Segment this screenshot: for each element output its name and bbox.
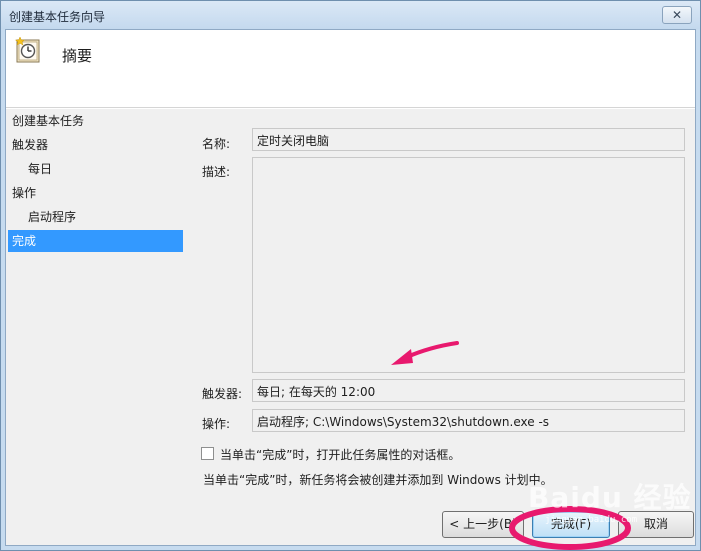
action-field[interactable]: 启动程序; C:\Windows\System32\shutdown.exe -… xyxy=(252,409,685,432)
trigger-field[interactable]: 每日; 在每天的 12:00 xyxy=(252,379,685,402)
sidebar-item-finish[interactable]: 完成 xyxy=(8,230,183,252)
sidebar-item-trigger[interactable]: 触发器 xyxy=(8,134,183,156)
watermark-logo: Baidu 经验 xyxy=(528,481,692,514)
trigger-label: 触发器: xyxy=(202,387,243,401)
sidebar-item-label: 每日 xyxy=(28,162,53,176)
watermark-url: jingyan.baidu.com xyxy=(545,515,638,525)
wizard-content: 摘要 创建基本任务 触发器 每日 操作 启动程序 完成 名称: 定时关闭电脑 描… xyxy=(5,29,696,546)
sidebar-item-label: 操作 xyxy=(12,186,37,200)
window-title: 创建基本任务向导 xyxy=(9,10,106,24)
sidebar-item-label: 创建基本任务 xyxy=(12,114,85,128)
close-button[interactable]: ✕ xyxy=(662,6,692,24)
open-properties-checkbox[interactable] xyxy=(201,447,214,460)
sidebar-item-label: 触发器 xyxy=(12,138,49,152)
title-bar[interactable]: 创建基本任务向导 ✕ xyxy=(1,1,700,29)
sidebar-item-daily[interactable]: 每日 xyxy=(8,158,183,180)
name-field[interactable]: 定时关闭电脑 xyxy=(252,128,685,151)
wizard-header: 摘要 xyxy=(6,30,695,108)
task-clock-icon xyxy=(14,36,40,63)
wizard-window: 创建基本任务向导 ✕ 摘要 创建基本任务 触发器 每日 操作 启动程序 完成 名… xyxy=(0,0,701,551)
finish-info-text: 当单击“完成”时，新任务将会被创建并添加到 Windows 计划中。 xyxy=(203,473,553,487)
open-properties-label[interactable]: 当单击“完成”时，打开此任务属性的对话框。 xyxy=(220,446,460,463)
wizard-steps: 创建基本任务 触发器 每日 操作 启动程序 完成 xyxy=(6,109,184,545)
sidebar-item-label: 完成 xyxy=(12,234,37,248)
sidebar-item-label: 启动程序 xyxy=(28,210,77,224)
sidebar-item-create-basic-task[interactable]: 创建基本任务 xyxy=(8,110,183,132)
name-label: 名称: xyxy=(202,137,231,151)
description-label: 描述: xyxy=(202,165,231,179)
sidebar-item-action[interactable]: 操作 xyxy=(8,182,183,204)
back-button[interactable]: < 上一步(B) xyxy=(442,511,524,538)
close-icon: ✕ xyxy=(671,8,683,22)
action-label: 操作: xyxy=(202,417,231,431)
sidebar-item-start-program[interactable]: 启动程序 xyxy=(8,206,183,228)
description-field[interactable] xyxy=(252,157,685,373)
page-title: 摘要 xyxy=(62,47,93,65)
